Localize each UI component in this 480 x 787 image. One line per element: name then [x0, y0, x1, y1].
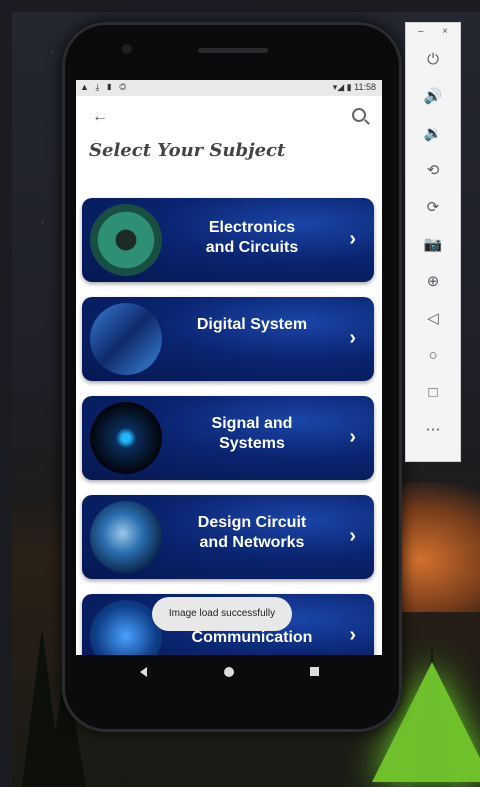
volume-down-icon[interactable]: 🔉 — [406, 115, 460, 152]
page-title: Select Your Subject — [89, 140, 286, 161]
subject-label: Design Circuit and Networks — [197, 514, 307, 551]
chevron-right-icon: › — [349, 624, 356, 646]
zoom-icon[interactable]: ⊕ — [406, 263, 460, 300]
close-button[interactable]: × — [442, 26, 448, 37]
back-icon[interactable]: ◁ — [406, 300, 460, 337]
emulator-toolbar: – × ⏻ 🔊 🔉 ⟲ ⟳ 📷 ⊕ ◁ ○ □ ⋯ — [405, 22, 461, 462]
status-right: ▾◢ ▮ 11:58 — [333, 82, 376, 93]
chevron-right-icon: › — [349, 525, 356, 547]
app-bar: ← — [76, 96, 382, 136]
subject-card-digital-system[interactable]: Digital System › — [82, 297, 374, 381]
phone-screen: ▲ ⤓ ▮ ◎ ▾◢ ▮ 11:58 ← Select Your Subject… — [76, 80, 382, 655]
subject-card-signal-systems[interactable]: Signal and Systems › — [82, 396, 374, 480]
toast-message: Image load successfully — [152, 597, 292, 631]
nav-back-icon[interactable] — [140, 667, 147, 677]
rotate-right-icon[interactable]: ⟳ — [406, 189, 460, 226]
chevron-right-icon: › — [349, 426, 356, 448]
phone-frame: ▲ ⤓ ▮ ◎ ▾◢ ▮ 11:58 ← Select Your Subject… — [62, 22, 402, 732]
subject-label: Electronics and Circuits — [205, 219, 299, 256]
digital-devices-image — [90, 303, 162, 375]
subject-card-design-circuit[interactable]: Design Circuit and Networks › — [82, 495, 374, 579]
volume-up-icon[interactable]: 🔊 — [406, 78, 460, 115]
power-icon[interactable]: ⏻ — [406, 41, 460, 78]
earpiece-speaker — [198, 48, 268, 53]
subject-card-electronics[interactable]: Electronics and Circuits › — [82, 198, 374, 282]
arrow-back-icon[interactable]: ← — [92, 108, 108, 126]
front-camera — [122, 44, 132, 54]
clock: 11:58 — [354, 82, 376, 92]
overview-icon[interactable]: □ — [406, 374, 460, 411]
search-icon[interactable] — [352, 108, 366, 122]
nav-recents-icon[interactable] — [310, 667, 319, 676]
subject-label: Communication — [191, 629, 313, 646]
signal-wave-image — [90, 402, 162, 474]
status-bar: ▲ ⤓ ▮ ◎ ▾◢ ▮ 11:58 — [76, 80, 382, 96]
signal-battery-icons: ▾◢ ▮ — [332, 82, 352, 92]
subject-list: Electronics and Circuits › Digital System… — [82, 198, 374, 655]
rotate-left-icon[interactable]: ⟲ — [406, 152, 460, 189]
network-globe-image — [90, 501, 162, 573]
chevron-right-icon: › — [349, 327, 356, 349]
camera-icon[interactable]: 📷 — [406, 226, 460, 263]
subject-label: Digital System — [196, 316, 308, 333]
system-nav-bar — [76, 658, 382, 690]
emulator-title-bar: – × — [406, 23, 460, 41]
more-icon[interactable]: ⋯ — [406, 411, 460, 448]
subject-label: Signal and Systems — [211, 415, 293, 452]
minimize-button[interactable]: – — [418, 26, 424, 37]
circuit-board-image — [90, 204, 162, 276]
home-icon[interactable]: ○ — [406, 337, 460, 374]
communication-image — [90, 600, 162, 655]
notification-icons: ▲ ⤓ ▮ ◎ — [80, 82, 129, 92]
chevron-right-icon: › — [349, 228, 356, 250]
nav-home-icon[interactable] — [224, 667, 234, 677]
